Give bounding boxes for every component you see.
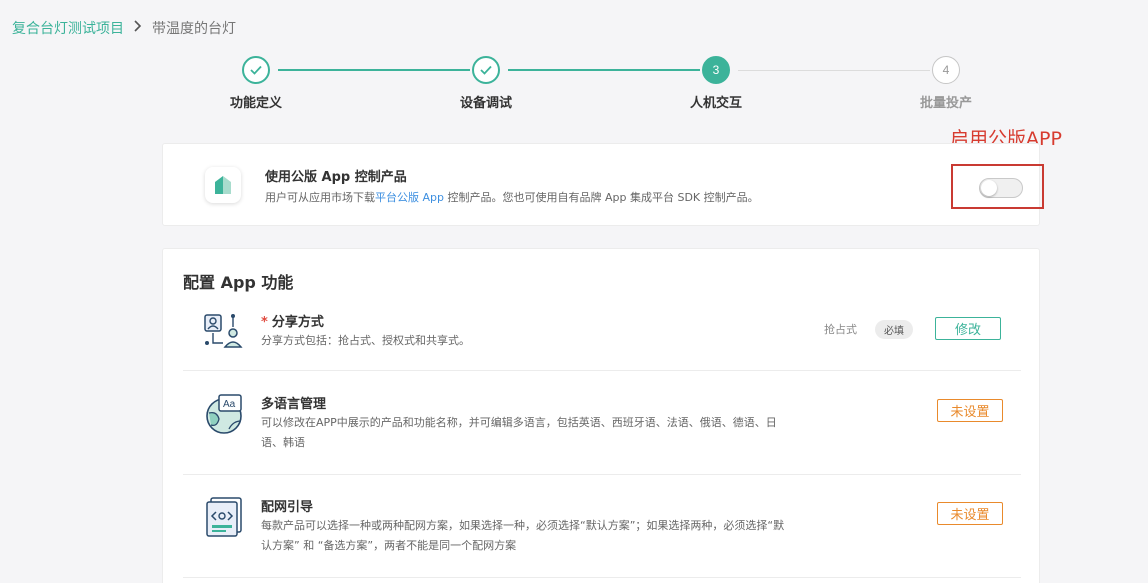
share-value: 抢占式 [824,323,857,336]
step-hmi[interactable]: 3 人机交互 [646,56,786,111]
highlight-box [951,164,1044,209]
row-title: * 分享方式 [261,311,324,330]
section-title: 配置 App 功能 [183,273,294,292]
not-set-button[interactable]: 未设置 [937,399,1003,422]
step-number: 4 [932,56,960,84]
step-device-debug[interactable]: 设备调试 [416,56,556,111]
step-label: 设备调试 [459,96,512,111]
not-set-button[interactable]: 未设置 [937,502,1003,525]
public-app-title: 使用公版 App 控制产品 [265,170,407,185]
step-function-definition[interactable]: 功能定义 [186,56,326,111]
public-app-link[interactable]: 平台公版 App [375,191,444,204]
row-desc: 每款产品可以选择一种或两种配网方案，如果选择一种，必须选择“默认方案”；如果选择… [261,519,785,552]
progress-stepper: 功能定义 设备调试 3 人机交互 4 批量投产 [0,56,1148,116]
row-title: 配网引导 [261,500,314,515]
divider [183,370,1021,371]
desc-text: 用户可从应用市场下载 [265,191,375,204]
list-item-share: * 分享方式 分享方式包括：抢占式、授权式和共享式。 抢占式 必填 修改 [183,307,1021,377]
svg-text:Aa: Aa [223,399,236,410]
step-label: 人机交互 [689,96,742,111]
row-desc: 可以修改在APP中展示的产品和功能名称，并可编辑多语言，包括英语、西班牙语、法语… [261,416,777,449]
edit-button[interactable]: 修改 [935,317,1001,340]
share-icon [203,311,245,353]
check-icon [242,56,270,84]
row-title: 多语言管理 [261,397,327,412]
list-item-network-guide: 配网引导 每款产品可以选择一种或两种配网方案，如果选择一种，必须选择“默认方案”… [183,494,1021,583]
chevron-right-icon [134,20,142,36]
step-label: 批量投产 [919,96,972,111]
desc-text: 控制产品。您也可使用自有品牌 App 集成平台 SDK 控制产品。 [444,191,759,204]
divider [183,577,1021,578]
row-title-text: 分享方式 [271,315,324,330]
language-globe-icon: Aa [203,393,245,435]
divider [183,474,1021,475]
breadcrumb-current: 带温度的台灯 [152,21,236,37]
network-code-icon [203,496,245,538]
public-app-card: 使用公版 App 控制产品 用户可从应用市场下载平台公版 App 控制产品。您也… [162,143,1044,226]
breadcrumb: 复合台灯测试项目 带温度的台灯 [12,18,236,38]
step-mass-production[interactable]: 4 批量投产 [876,56,1016,111]
app-logo-icon [205,167,241,203]
step-number: 3 [702,56,730,84]
required-tag: 必填 [875,320,913,339]
step-label: 功能定义 [229,96,282,111]
row-desc: 分享方式包括：抢占式、授权式和共享式。 [261,334,470,347]
check-icon [472,56,500,84]
public-app-toggle[interactable] [979,178,1023,198]
required-mark: * [261,315,268,330]
toggle-knob [981,180,997,196]
public-app-desc: 用户可从应用市场下载平台公版 App 控制产品。您也可使用自有品牌 App 集成… [265,189,759,205]
breadcrumb-project-link[interactable]: 复合台灯测试项目 [12,18,124,38]
list-item-multilang: Aa 多语言管理 可以修改在APP中展示的产品和功能名称，并可编辑多语言，包括英… [183,391,1021,481]
config-app-card: 配置 App 功能 * 分享方式 分享方式包括：抢占式、授权式和共享式。 抢占式 … [162,248,1040,583]
